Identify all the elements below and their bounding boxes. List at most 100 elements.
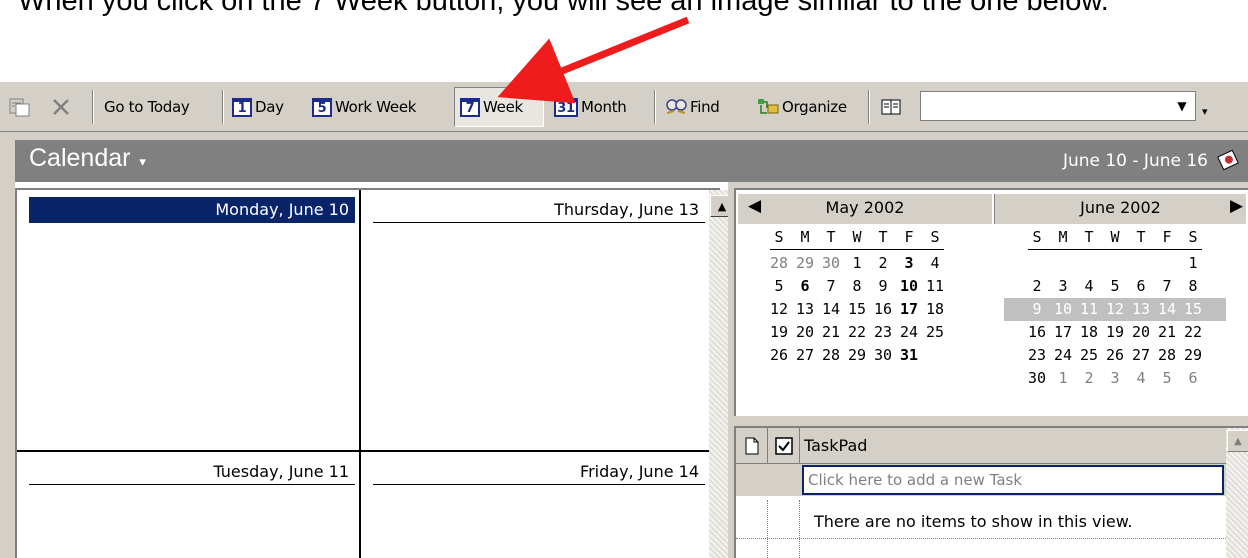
calendar-week-row[interactable]: 5 6 7 8 9 10 11	[766, 275, 948, 298]
calendar-date[interactable]: 26	[766, 344, 792, 367]
calendar-date[interactable]: 16	[1024, 321, 1050, 344]
calendar-date[interactable]: 25	[922, 321, 948, 344]
calendar-date[interactable]: 3	[1102, 367, 1128, 390]
calendar-date[interactable]: 1	[1050, 367, 1076, 390]
calendar-date[interactable]: 8	[1180, 275, 1206, 298]
calendar-date[interactable]: 4	[1076, 275, 1102, 298]
calendar-week-row[interactable]: 9 10 11 12 13 14 15	[1024, 298, 1206, 321]
calendar-date[interactable]: 26	[1102, 344, 1128, 367]
calendar-date[interactable]: 17	[1050, 321, 1076, 344]
calendar-week-row[interactable]: 23 24 25 26 27 28 29	[1024, 344, 1206, 367]
calendar-week-row[interactable]: 28 29 30 1 2 3 4	[766, 252, 948, 275]
calendar-date[interactable]: 2	[870, 252, 896, 275]
calendar-date[interactable]: 28	[766, 252, 792, 275]
day-header-tuesday[interactable]: Tuesday, June 11	[29, 459, 355, 485]
calendar-week-row[interactable]: 26 27 28 29 30 31	[766, 344, 948, 367]
calendar-date[interactable]: 17	[896, 298, 922, 321]
calendar-date[interactable]: 1	[1180, 252, 1206, 275]
calendar-date[interactable]: 16	[870, 298, 896, 321]
calendar-date[interactable]: 24	[1050, 344, 1076, 367]
calendar-date[interactable]: 6	[1128, 275, 1154, 298]
organize-button[interactable]: Organize	[756, 92, 847, 122]
day-header-friday[interactable]: Friday, June 14	[373, 459, 705, 485]
calendar-date[interactable]: 12	[766, 298, 792, 321]
calendar-date[interactable]: 24	[896, 321, 922, 344]
calendar-date[interactable]: 14	[1154, 298, 1180, 321]
calendar-date[interactable]: 18	[1076, 321, 1102, 344]
calendar-date[interactable]: 12	[1102, 298, 1128, 321]
calendar-date[interactable]: 15	[844, 298, 870, 321]
calendar-date[interactable]: 6	[792, 275, 818, 298]
taskpad-title[interactable]: TaskPad	[804, 436, 867, 455]
calendar-date[interactable]: 20	[1128, 321, 1154, 344]
folder-list-chevron-icon[interactable]: ▾	[139, 154, 146, 169]
complete-checkbox-icon[interactable]	[768, 428, 800, 464]
calendar-date[interactable]: 30	[818, 252, 844, 275]
calendar-date[interactable]: 5	[1154, 367, 1180, 390]
calendar-date[interactable]: 23	[1024, 344, 1050, 367]
calendar-date[interactable]: 21	[818, 321, 844, 344]
day-header-monday[interactable]: Monday, June 10	[29, 197, 355, 223]
calendar-date[interactable]: 28	[818, 344, 844, 367]
calendar-week-row[interactable]: 12 13 14 15 16 17 18	[766, 298, 948, 321]
week-view-button[interactable]: 7 Week	[460, 92, 523, 122]
calendar-date[interactable]: 27	[1128, 344, 1154, 367]
day-cell-friday[interactable]: Friday, June 14	[361, 452, 709, 558]
calendar-week-row[interactable]: 30 1 2 3 4 5 6	[1024, 367, 1206, 390]
scroll-up-arrow-icon[interactable]: ▲	[1227, 430, 1248, 452]
taskpad-scrollbar[interactable]: ▲	[1226, 428, 1248, 558]
calendar-date[interactable]: 28	[1154, 344, 1180, 367]
move-to-folder-icon[interactable]	[8, 92, 32, 122]
day-cell-monday[interactable]: Monday, June 10	[17, 190, 361, 452]
calendar-date[interactable]: 8	[844, 275, 870, 298]
find-button[interactable]: Find	[664, 92, 720, 122]
calendar-date[interactable]: 20	[792, 321, 818, 344]
calendar-date[interactable]: 25	[1076, 344, 1102, 367]
calendar-date[interactable]: 14	[818, 298, 844, 321]
calendar-date[interactable]: 27	[792, 344, 818, 367]
calendar-date[interactable]: 2	[1076, 367, 1102, 390]
calendar-date[interactable]: 11	[922, 275, 948, 298]
calendar-week-row[interactable]: 19 20 21 22 23 24 25	[766, 321, 948, 344]
calendar-date[interactable]: 10	[1050, 298, 1076, 321]
calendar-date[interactable]: 31	[896, 344, 922, 367]
calendar-date[interactable]: 7	[818, 275, 844, 298]
calendar-date[interactable]: 13	[1128, 298, 1154, 321]
calendar-date[interactable]: 22	[844, 321, 870, 344]
day-header-thursday[interactable]: Thursday, June 13	[373, 197, 705, 223]
address-book-icon[interactable]	[880, 92, 902, 122]
calendar-date[interactable]: 3	[1050, 275, 1076, 298]
calendar-date[interactable]: 9	[870, 275, 896, 298]
calendar-date[interactable]: 11	[1076, 298, 1102, 321]
day-cell-tuesday[interactable]: Tuesday, June 11	[17, 452, 361, 558]
calendar-date[interactable]: 30	[1024, 367, 1050, 390]
calendar-date[interactable]: 15	[1180, 298, 1206, 321]
calendar-date[interactable]: 5	[766, 275, 792, 298]
next-month-arrow-icon[interactable]: ▶	[1230, 196, 1243, 216]
folder-title[interactable]: Calendar ▾	[29, 144, 146, 173]
task-icon[interactable]	[736, 428, 768, 464]
calendar-date[interactable]: 19	[766, 321, 792, 344]
calendar-date[interactable]: 1	[844, 252, 870, 275]
calendar-date[interactable]: 23	[870, 321, 896, 344]
calendar-date[interactable]: 6	[1180, 367, 1206, 390]
new-task-input[interactable]: Click here to add a new Task	[802, 465, 1224, 495]
day-view-button[interactable]: 1 Day	[232, 92, 284, 122]
month-view-button[interactable]: 31 Month	[554, 92, 627, 122]
calendar-date[interactable]: 13	[792, 298, 818, 321]
calendar-date[interactable]: 4	[922, 252, 948, 275]
previous-month-arrow-icon[interactable]: ◀	[748, 196, 761, 216]
work-week-view-button[interactable]: 5 Work Week	[312, 92, 416, 122]
go-to-today-button[interactable]: Go to Today	[104, 92, 190, 122]
calendar-week-row[interactable]: 2345678	[1024, 275, 1206, 298]
calendar-date[interactable]: 29	[792, 252, 818, 275]
calendar-date[interactable]: 4	[1128, 367, 1154, 390]
calendar-date[interactable]: 7	[1154, 275, 1180, 298]
calendar-date[interactable]: 29	[1180, 344, 1206, 367]
day-cell-thursday[interactable]: Thursday, June 13	[361, 190, 709, 452]
calendar-date[interactable]: 29	[844, 344, 870, 367]
calendar-week-row[interactable]: 16 17 18 19 20 21 22	[1024, 321, 1206, 344]
calendar-date[interactable]: 30	[870, 344, 896, 367]
calendar-date[interactable]: 19	[1102, 321, 1128, 344]
delete-icon[interactable]	[50, 92, 72, 122]
